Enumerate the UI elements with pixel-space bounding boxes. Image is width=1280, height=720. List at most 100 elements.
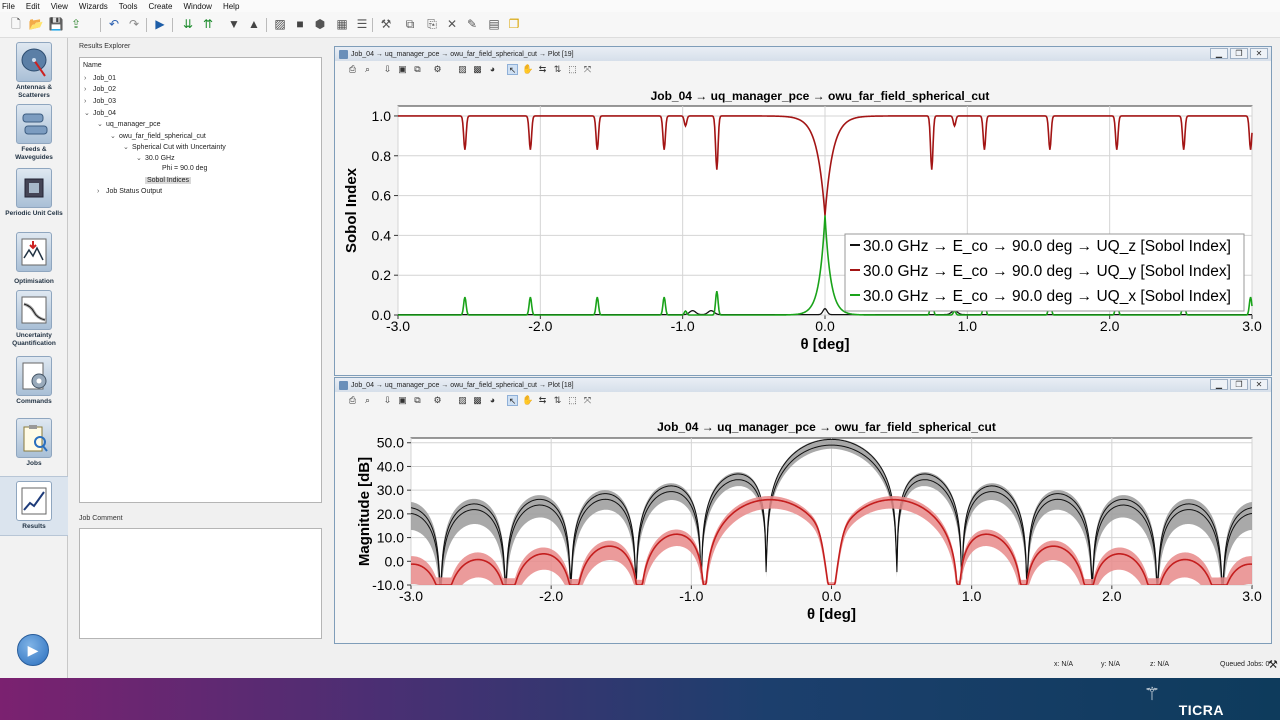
tree-node[interactable]: › Job Status Output [97,188,162,195]
tree-node[interactable]: › Job_01 [84,75,116,82]
menu-item-help[interactable]: Help [223,2,239,11]
tree-arrow-icon[interactable]: › [84,75,93,82]
tools-icon[interactable]: ⚒ [378,16,394,32]
job-comment-field[interactable] [79,528,322,639]
export-icon[interactable]: ⇩ [382,395,393,406]
move-up-icon[interactable]: ⇈ [200,16,216,32]
tree-arrow-icon[interactable]: ⌄ [110,132,119,140]
pan-icon[interactable]: ✋ [522,395,533,406]
sidebar-item-antennas[interactable]: Antennas & Scatterers [0,42,68,100]
zoom-icon[interactable]: ⌕ [362,64,373,75]
menu-item-file[interactable]: File [2,2,15,11]
print-icon[interactable]: ⎙ [347,395,358,406]
plot-icon[interactable]: ▨ [272,16,288,32]
pan-icon[interactable]: ✋ [522,64,533,75]
chart-icon[interactable]: ▨ [457,395,468,406]
sidebar-item-uncertainty[interactable]: Uncertainty Quantification [0,290,68,348]
menu-item-create[interactable]: Create [148,2,172,11]
list-icon[interactable]: ☰ [354,16,370,32]
expand-icon[interactable]: ▲ [246,16,262,32]
tree-node[interactable]: › Job_03 [84,98,116,105]
pointer-icon[interactable]: ↖ [507,395,518,406]
sidebar-item-periodic-unit-cells[interactable]: Periodic Unit Cells [0,168,68,218]
tree-arrow-icon[interactable]: ⌄ [136,154,145,162]
tree-arrow-icon[interactable]: › [84,86,93,93]
tree-arrow-icon[interactable]: ⌄ [123,143,132,151]
tree-arrow-icon[interactable]: ⌄ [97,120,106,128]
menu-item-view[interactable]: View [51,2,68,11]
zoom-icon[interactable]: ⌕ [362,395,373,406]
pan-x-icon[interactable]: ⇆ [537,395,548,406]
image-icon[interactable]: ▩ [472,64,483,75]
magnitude-chart[interactable]: -3.0 -2.0 -1.0 0.0 1.0 2.0 3.0-10.00.010.020.0… [335,410,1271,643]
export-icon[interactable]: ⇪ [68,16,84,32]
sidebar-item-results[interactable]: Results [0,476,68,536]
chart-icon[interactable]: ▨ [457,64,468,75]
run-icon[interactable]: ▶ [152,16,168,32]
delete-icon[interactable]: ✕ [444,16,460,32]
wrench-icon[interactable]: ⚒ [1268,658,1278,671]
sidebar-item-optimisation[interactable]: Optimisation [0,232,68,286]
tree-node[interactable]: › Job_02 [84,86,116,93]
windows-icon[interactable]: ❐ [506,16,522,32]
save-icon[interactable]: ▣ [397,64,408,75]
close-button[interactable]: ✕ [1250,379,1268,390]
collapse-icon[interactable]: ▼ [226,16,242,32]
export-icon[interactable]: ⇩ [382,64,393,75]
sidebar-item-jobs[interactable]: Jobs [0,418,68,468]
view-icon[interactable]: ■ [292,16,308,32]
zoom-box-icon[interactable]: ⬚ [567,64,578,75]
tree-node[interactable]: Phi = 90.0 deg [153,165,207,172]
tree-node[interactable]: ⌄ uq_manager_pce [97,120,161,128]
print-icon[interactable]: ⎙ [347,64,358,75]
minimize-button[interactable]: ▁ [1210,379,1228,390]
restore-button[interactable]: ❐ [1230,379,1248,390]
menu-item-edit[interactable]: Edit [26,2,40,11]
calculator-icon[interactable]: ▤ [486,16,502,32]
reset-icon[interactable]: ⤧ [582,64,593,75]
tree-arrow-icon[interactable]: › [84,98,93,105]
color-icon[interactable]: ◕ [487,395,498,406]
undo-icon[interactable]: ↶ [106,16,122,32]
open-folder-icon[interactable]: 📂 [28,16,44,32]
edit-icon[interactable]: ✎ [464,16,480,32]
tree-node[interactable]: ⌄ Job_04 [84,109,116,117]
cube-icon[interactable]: ⬢ [312,16,328,32]
restore-button[interactable]: ❐ [1230,48,1248,59]
reset-icon[interactable]: ⤧ [582,395,593,406]
tree-node[interactable]: ⌄ 30.0 GHz [136,154,175,162]
tree-node[interactable]: Sobol Indices [136,176,192,184]
copy-icon[interactable]: ⧉ [402,16,418,32]
tree-node[interactable]: ⌄ owu_far_field_spherical_cut [110,132,206,140]
settings-icon[interactable]: ⚙ [432,64,443,75]
play-button[interactable]: ▶ [17,634,49,666]
new-file-icon[interactable]: 🗋 [8,16,24,32]
tree-node[interactable]: ⌄ Spherical Cut with Uncertainty [123,143,226,151]
pointer-icon[interactable]: ↖ [507,64,518,75]
pan-y-icon[interactable]: ⇅ [552,64,563,75]
save-icon[interactable]: 💾 [48,16,64,32]
copy-icon[interactable]: ⧉ [412,64,423,75]
close-button[interactable]: ✕ [1250,48,1268,59]
image-icon[interactable]: ▩ [472,395,483,406]
copy-icon[interactable]: ⧉ [412,395,423,406]
pan-x-icon[interactable]: ⇆ [537,64,548,75]
paste-icon[interactable]: ⎘ [424,16,440,32]
sidebar-item-commands[interactable]: Commands [0,356,68,406]
tree-arrow-icon[interactable]: ⌄ [84,109,93,117]
settings-icon[interactable]: ⚙ [432,395,443,406]
menu-item-tools[interactable]: Tools [119,2,138,11]
redo-icon[interactable]: ↷ [126,16,142,32]
pan-y-icon[interactable]: ⇅ [552,395,563,406]
move-down-icon[interactable]: ⇊ [180,16,196,32]
minimize-button[interactable]: ▁ [1210,48,1228,59]
menu-item-window[interactable]: Window [183,2,211,11]
menu-item-wizards[interactable]: Wizards [79,2,108,11]
zoom-box-icon[interactable]: ⬚ [567,395,578,406]
grid-icon[interactable]: ▦ [334,16,350,32]
save-icon[interactable]: ▣ [397,395,408,406]
color-icon[interactable]: ◕ [487,64,498,75]
tree-arrow-icon[interactable]: › [97,188,106,195]
sidebar-item-feeds[interactable]: Feeds & Waveguides [0,104,68,162]
sobol-index-chart[interactable]: -3.0 -2.0 -1.0 0.0 1.0 2.0 3.00.00.20.40.60.81… [335,79,1271,375]
